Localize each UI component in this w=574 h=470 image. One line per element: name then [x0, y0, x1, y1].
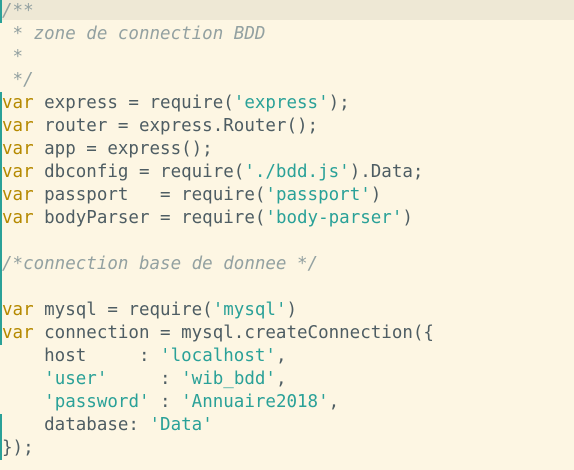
string-token: 'localhost': [160, 346, 276, 366]
keyword-token: var: [2, 162, 34, 182]
code-token: });: [2, 438, 34, 458]
code-token: connection = mysql.createConnection({: [33, 323, 434, 343]
code-token: passport = require(: [33, 185, 266, 205]
code-line[interactable]: 'password' : 'Annuaire2018',: [2, 391, 434, 414]
string-token: 'express': [233, 93, 329, 113]
code-line[interactable]: 'user' : 'wib_bdd',: [2, 368, 434, 391]
code-token: :: [149, 392, 182, 412]
code-line[interactable]: var passport = require('passport'): [2, 184, 434, 207]
code-token: mysql = require(: [33, 300, 213, 320]
keyword-token: var: [2, 185, 34, 205]
code-line[interactable]: [2, 230, 434, 253]
code-token: bodyParser = require(: [33, 208, 266, 228]
code-token: database:: [2, 415, 150, 435]
code-token: ).Data;: [349, 162, 424, 182]
code-line[interactable]: /*connection base de donnee */: [2, 253, 434, 276]
keyword-token: var: [2, 300, 34, 320]
keyword-token: var: [2, 208, 34, 228]
string-token: 'passport': [265, 185, 371, 205]
code-line[interactable]: var app = express();: [2, 138, 434, 161]
comment-token: */: [2, 70, 34, 90]
string-token: 'mysql': [212, 300, 287, 320]
string-token: 'Annuaire2018': [181, 392, 329, 412]
code-line[interactable]: var bodyParser = require('body-parser'): [2, 207, 434, 230]
keyword-token: var: [2, 323, 34, 343]
code-line[interactable]: /**: [2, 0, 434, 23]
string-token: './bdd.js': [244, 162, 350, 182]
code-line[interactable]: var router = express.Router();: [2, 115, 434, 138]
code-line[interactable]: var mysql = require('mysql'): [2, 299, 434, 322]
string-token: 'body-parser': [265, 208, 403, 228]
code-token: ): [286, 300, 298, 320]
code-line[interactable]: * zone de connection BDD: [2, 23, 434, 46]
code-token: router = express.Router();: [33, 116, 319, 136]
comment-token: *: [2, 47, 24, 67]
comment-token: /*connection base de donnee */: [2, 254, 319, 274]
code-line[interactable]: [2, 276, 434, 299]
code-token: ,: [328, 392, 340, 412]
string-token: 'user': [44, 369, 108, 389]
string-token: 'wib_bdd': [181, 369, 276, 389]
code-token: );: [328, 93, 350, 113]
code-token: ): [370, 185, 382, 205]
code-line[interactable]: var dbconfig = require('./bdd.js').Data;: [2, 161, 434, 184]
code-content[interactable]: /** * zone de connection BDD * */var exp…: [2, 0, 434, 460]
code-line[interactable]: host : 'localhost',: [2, 345, 434, 368]
string-token: 'password': [44, 392, 150, 412]
code-token: express = require(: [33, 93, 234, 113]
code-editor[interactable]: /** * zone de connection BDD * */var exp…: [0, 0, 574, 470]
code-token: dbconfig = require(: [33, 162, 245, 182]
code-token: ,: [275, 346, 287, 366]
code-line[interactable]: var connection = mysql.createConnection(…: [2, 322, 434, 345]
code-line[interactable]: });: [2, 437, 434, 460]
code-token: app = express();: [33, 139, 213, 159]
comment-token: * zone de connection BDD: [2, 24, 266, 44]
keyword-token: var: [2, 116, 34, 136]
code-token: ,: [275, 369, 287, 389]
keyword-token: var: [2, 139, 34, 159]
code-token: ): [402, 208, 413, 228]
code-line[interactable]: var express = require('express');: [2, 92, 434, 115]
code-line[interactable]: database: 'Data': [2, 414, 434, 437]
keyword-token: var: [2, 93, 34, 113]
code-token: :: [107, 369, 182, 389]
comment-token: /**: [2, 1, 34, 21]
code-token: host :: [2, 346, 161, 366]
code-line[interactable]: */: [2, 69, 434, 92]
string-token: 'Data': [149, 415, 213, 435]
code-line[interactable]: *: [2, 46, 434, 69]
